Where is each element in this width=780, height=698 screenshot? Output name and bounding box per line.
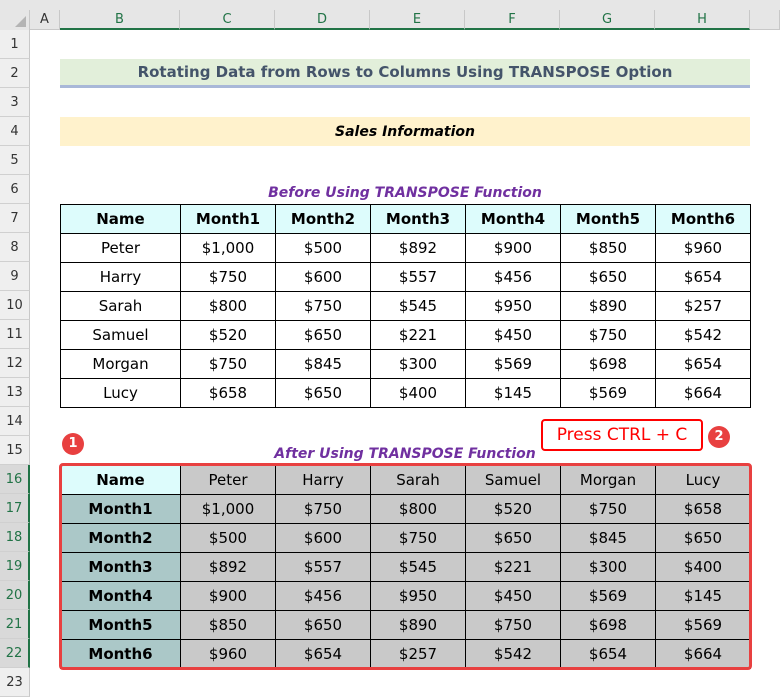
table-cell[interactable]: $850 bbox=[560, 233, 656, 263]
table-cell[interactable]: $557 bbox=[370, 262, 466, 292]
table-cell[interactable]: Harry bbox=[60, 262, 181, 292]
table-cell[interactable]: $654 bbox=[655, 349, 751, 379]
row-header-3[interactable]: 3 bbox=[0, 88, 30, 117]
table-cell[interactable]: $569 bbox=[465, 349, 561, 379]
selection-highlight bbox=[59, 463, 752, 670]
table-header-cell[interactable]: Month4 bbox=[465, 204, 561, 234]
column-header-B[interactable]: B bbox=[60, 10, 180, 30]
table-cell[interactable]: Morgan bbox=[60, 349, 181, 379]
table-header-cell[interactable]: Month6 bbox=[655, 204, 751, 234]
table-header-cell[interactable]: Name bbox=[60, 204, 181, 234]
table-cell[interactable]: $300 bbox=[370, 349, 466, 379]
table-cell[interactable]: $950 bbox=[465, 291, 561, 321]
column-header-filler bbox=[750, 10, 780, 30]
table-cell[interactable]: $900 bbox=[465, 233, 561, 263]
table-cell[interactable]: $257 bbox=[655, 291, 751, 321]
column-header-C[interactable]: C bbox=[180, 10, 275, 30]
row-header-18[interactable]: 18 bbox=[0, 523, 30, 552]
table-header-cell[interactable]: Month2 bbox=[275, 204, 371, 234]
row-header-8[interactable]: 8 bbox=[0, 233, 30, 262]
row-header-1[interactable]: 1 bbox=[0, 30, 30, 59]
before-caption: Before Using TRANSPOSE Function bbox=[268, 185, 542, 201]
table-cell[interactable]: $450 bbox=[465, 320, 561, 350]
table-cell[interactable]: Samuel bbox=[60, 320, 181, 350]
select-all-button[interactable] bbox=[0, 10, 30, 30]
table-cell[interactable]: $542 bbox=[655, 320, 751, 350]
column-header-G[interactable]: G bbox=[560, 10, 655, 30]
column-header-F[interactable]: F bbox=[465, 10, 560, 30]
table-cell[interactable]: Sarah bbox=[60, 291, 181, 321]
table-cell[interactable]: $1,000 bbox=[180, 233, 276, 263]
column-header-A[interactable]: A bbox=[30, 10, 60, 30]
table-cell[interactable]: $960 bbox=[655, 233, 751, 263]
table-cell[interactable]: $650 bbox=[275, 320, 371, 350]
table-cell[interactable]: $750 bbox=[180, 262, 276, 292]
row-header-20[interactable]: 20 bbox=[0, 581, 30, 610]
row-header-6[interactable]: 6 bbox=[0, 175, 30, 204]
table-cell[interactable]: $892 bbox=[370, 233, 466, 263]
row-header-4[interactable]: 4 bbox=[0, 117, 30, 146]
row-header-10[interactable]: 10 bbox=[0, 291, 30, 320]
step-badge-2: 2 bbox=[708, 426, 730, 448]
step-badge-1: 1 bbox=[62, 433, 84, 455]
callout-press-ctrl-c: Press CTRL + C bbox=[541, 419, 703, 451]
row-header-19[interactable]: 19 bbox=[0, 552, 30, 581]
table-cell[interactable]: $890 bbox=[560, 291, 656, 321]
table-cell[interactable]: $145 bbox=[465, 378, 561, 408]
row-header-7[interactable]: 7 bbox=[0, 204, 30, 233]
row-header-21[interactable]: 21 bbox=[0, 610, 30, 639]
ribbon-edge bbox=[0, 0, 780, 10]
table-cell[interactable]: $520 bbox=[180, 320, 276, 350]
table-cell[interactable]: $800 bbox=[180, 291, 276, 321]
row-header-13[interactable]: 13 bbox=[0, 378, 30, 407]
row-header-22[interactable]: 22 bbox=[0, 639, 30, 668]
sheet-title: Rotating Data from Rows to Columns Using… bbox=[60, 59, 750, 88]
column-header-H[interactable]: H bbox=[655, 10, 750, 30]
column-header-D[interactable]: D bbox=[275, 10, 370, 30]
row-header-9[interactable]: 9 bbox=[0, 262, 30, 291]
row-header-16[interactable]: 16 bbox=[0, 465, 30, 494]
table-cell[interactable]: $500 bbox=[275, 233, 371, 263]
row-header-23[interactable]: 23 bbox=[0, 668, 30, 697]
table-cell[interactable]: $456 bbox=[465, 262, 561, 292]
table-cell[interactable]: $600 bbox=[275, 262, 371, 292]
table-cell[interactable]: $569 bbox=[560, 378, 656, 408]
table-cell[interactable]: $400 bbox=[370, 378, 466, 408]
table-cell[interactable]: $664 bbox=[655, 378, 751, 408]
table-cell[interactable]: $750 bbox=[180, 349, 276, 379]
row-header-17[interactable]: 17 bbox=[0, 494, 30, 523]
table-cell[interactable]: $845 bbox=[275, 349, 371, 379]
table-cell[interactable]: $750 bbox=[560, 320, 656, 350]
table-cell[interactable]: $698 bbox=[560, 349, 656, 379]
table-cell[interactable]: Peter bbox=[60, 233, 181, 263]
column-header-E[interactable]: E bbox=[370, 10, 465, 30]
row-header-12[interactable]: 12 bbox=[0, 349, 30, 378]
table-cell[interactable]: $658 bbox=[180, 378, 276, 408]
table-header-cell[interactable]: Month5 bbox=[560, 204, 656, 234]
table-cell[interactable]: $654 bbox=[655, 262, 751, 292]
table-cell[interactable]: $750 bbox=[275, 291, 371, 321]
table-cell[interactable]: $221 bbox=[370, 320, 466, 350]
table-cell[interactable]: $650 bbox=[560, 262, 656, 292]
row-header-5[interactable]: 5 bbox=[0, 146, 30, 175]
table-header-cell[interactable]: Month1 bbox=[180, 204, 276, 234]
row-header-2[interactable]: 2 bbox=[0, 59, 30, 88]
table-cell[interactable]: $545 bbox=[370, 291, 466, 321]
row-header-15[interactable]: 15 bbox=[0, 436, 30, 465]
row-header-11[interactable]: 11 bbox=[0, 320, 30, 349]
section-heading: Sales Information bbox=[60, 117, 750, 146]
table-cell[interactable]: Lucy bbox=[60, 378, 181, 408]
table-cell[interactable]: $650 bbox=[275, 378, 371, 408]
row-header-14[interactable]: 14 bbox=[0, 407, 30, 436]
table-header-cell[interactable]: Month3 bbox=[370, 204, 466, 234]
